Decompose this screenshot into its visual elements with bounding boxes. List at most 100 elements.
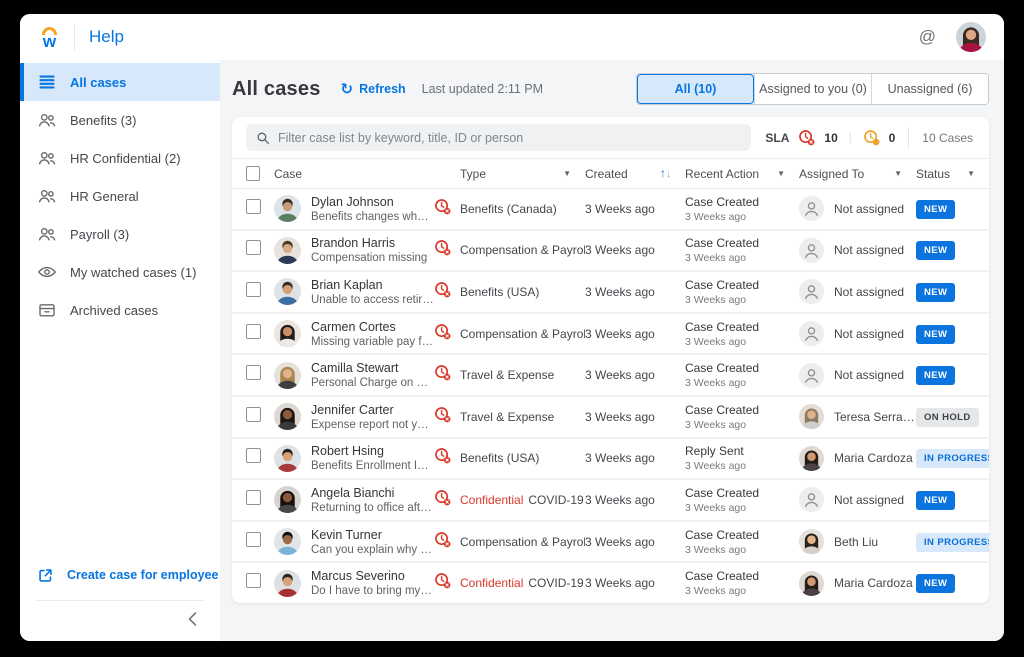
topbar-divider [74, 24, 75, 50]
employee-avatar [274, 278, 301, 306]
row-checkbox[interactable] [246, 573, 261, 589]
tab-assigned-to-you-0[interactable]: Assigned to you (0) [754, 74, 871, 104]
assignee-name: Not assigned [834, 243, 905, 258]
created-value: 3 Weeks ago [585, 284, 655, 299]
tab-all-10[interactable]: All (10) [637, 74, 754, 104]
sla-missed-icon [434, 572, 451, 589]
sidebar-item-payroll-3[interactable]: Payroll (3) [20, 215, 220, 253]
recent-action-time: 3 Weeks ago [685, 501, 747, 514]
recent-action: Case Created [685, 361, 760, 376]
mentions-icon[interactable]: @ [919, 27, 936, 47]
sidebar-item-benefits-3[interactable]: Benefits (3) [20, 101, 220, 139]
sla-missed-icon [434, 447, 451, 464]
refresh-button[interactable]: ↻ Refresh [341, 82, 406, 97]
filter-caret-icon[interactable]: ▼ [894, 169, 902, 178]
created-value: 3 Weeks ago [585, 409, 655, 424]
assignee-name: Not assigned [834, 368, 905, 383]
sidebar-item-all-cases[interactable]: All cases [20, 63, 220, 101]
collapse-sidebar-button[interactable] [20, 611, 220, 627]
row-checkbox[interactable] [246, 198, 261, 214]
table-row[interactable]: Brian Kaplan Unable to access retirement… [232, 272, 989, 314]
row-checkbox[interactable] [246, 365, 261, 381]
created-value: 3 Weeks ago [585, 576, 655, 591]
created-value: 3 Weeks ago [585, 534, 655, 549]
sidebar-item-label: All cases [70, 74, 127, 90]
row-checkbox[interactable] [246, 240, 261, 256]
employee-avatar [274, 361, 301, 389]
case-filter-input[interactable] [278, 130, 742, 145]
row-checkbox[interactable] [246, 448, 261, 464]
column-header-assigned-to[interactable]: Assigned To ▼ [799, 167, 916, 181]
case-type: Compensation & Payroll [460, 534, 585, 549]
search-box[interactable] [246, 124, 752, 151]
assignee-avatar [799, 321, 824, 347]
table-row[interactable]: Camilla Stewart Personal Charge on Credi… [232, 355, 989, 397]
sla-missed-icon [434, 281, 451, 298]
create-case-button[interactable]: Create case for employee [20, 558, 220, 592]
sidebar-item-label: HR Confidential (2) [70, 150, 181, 166]
row-checkbox[interactable] [246, 281, 261, 297]
filter-caret-icon[interactable]: ▼ [563, 169, 571, 178]
created-value: 3 Weeks ago [585, 201, 655, 216]
table-row[interactable]: Marcus Severino Do I have to bring my ow… [232, 563, 989, 603]
people-icon [37, 148, 57, 168]
case-subject: Returning to office after COVID i... [311, 501, 434, 514]
table-row[interactable]: Kevin Turner Can you explain why my bonu… [232, 522, 989, 564]
employee-name: Brian Kaplan [311, 277, 383, 292]
sidebar-item-my-watched-cases-1[interactable]: My watched cases (1) [20, 253, 220, 291]
employee-name: Dylan Johnson [311, 194, 394, 209]
recent-action: Case Created [685, 236, 760, 251]
table-row[interactable]: Dylan Johnson Benefits changes when I ge… [232, 189, 989, 231]
chevron-left-icon [188, 612, 197, 626]
assignee-avatar [799, 362, 824, 388]
sort-icon[interactable]: ↑↓ [660, 167, 671, 180]
table-row[interactable]: Carmen Cortes Missing variable pay for Q… [232, 314, 989, 356]
column-header-case[interactable]: Case [274, 167, 434, 181]
row-checkbox[interactable] [246, 489, 261, 505]
workday-logo[interactable]: w [36, 26, 62, 50]
row-checkbox[interactable] [246, 531, 261, 547]
table-row[interactable]: Angela Bianchi Returning to office after… [232, 480, 989, 522]
column-header-type[interactable]: Type ▼ [460, 167, 585, 181]
created-value: 3 Weeks ago [585, 368, 655, 383]
filter-caret-icon[interactable]: ▼ [777, 169, 785, 178]
sidebar-item-hr-general[interactable]: HR General [20, 177, 220, 215]
filter-caret-icon[interactable]: ▼ [967, 169, 975, 178]
status-badge: NEW [916, 490, 956, 510]
sidebar-item-label: My watched cases (1) [70, 264, 197, 280]
table-row[interactable]: Brandon Harris Compensation missing Comp… [232, 231, 989, 273]
recent-action-time: 3 Weeks ago [685, 210, 747, 223]
case-type: COVID-19 [528, 492, 584, 507]
sidebar: All cases Benefits (3) HR Confidential (… [20, 60, 220, 641]
assignee-name: Not assigned [834, 284, 905, 299]
sidebar-item-hr-confidential-2[interactable]: HR Confidential (2) [20, 139, 220, 177]
recent-action-time: 3 Weeks ago [685, 293, 747, 306]
tab-unassigned-6[interactable]: Unassigned (6) [871, 74, 988, 104]
employee-name: Brandon Harris [311, 236, 396, 251]
employee-avatar [274, 236, 301, 264]
assignee-avatar [799, 487, 824, 513]
assignee-name: Maria Cardoza [834, 451, 913, 466]
sla-missed-icon [434, 531, 451, 548]
row-checkbox[interactable] [246, 406, 261, 422]
search-icon [257, 132, 269, 144]
status-badge: NEW [916, 366, 956, 386]
profile-avatar[interactable] [956, 22, 986, 52]
table-row[interactable]: Robert Hsing Benefits Enrollment Issues … [232, 439, 989, 481]
row-checkbox[interactable] [246, 323, 261, 339]
status-badge: NEW [916, 574, 956, 594]
column-header-recent-action[interactable]: Recent Action ▼ [685, 167, 799, 181]
assignee-name: Beth Liu [834, 534, 879, 549]
sla-missed-icon [434, 323, 451, 340]
sla-missed-count: 10 [824, 130, 838, 145]
recent-action: Case Created [685, 402, 760, 417]
table-row[interactable]: Jennifer Carter Expense report not yet p… [232, 397, 989, 439]
confidential-label: Confidential [460, 492, 524, 507]
column-header-status[interactable]: Status ▼ [916, 167, 989, 181]
sidebar-item-archived-cases[interactable]: Archived cases [20, 291, 220, 329]
select-all-checkbox[interactable] [246, 166, 260, 181]
app-title: Help [89, 27, 124, 46]
sla-missed-icon [434, 406, 451, 423]
column-header-created[interactable]: Created ↑↓ [585, 167, 685, 181]
created-value: 3 Weeks ago [585, 451, 655, 466]
